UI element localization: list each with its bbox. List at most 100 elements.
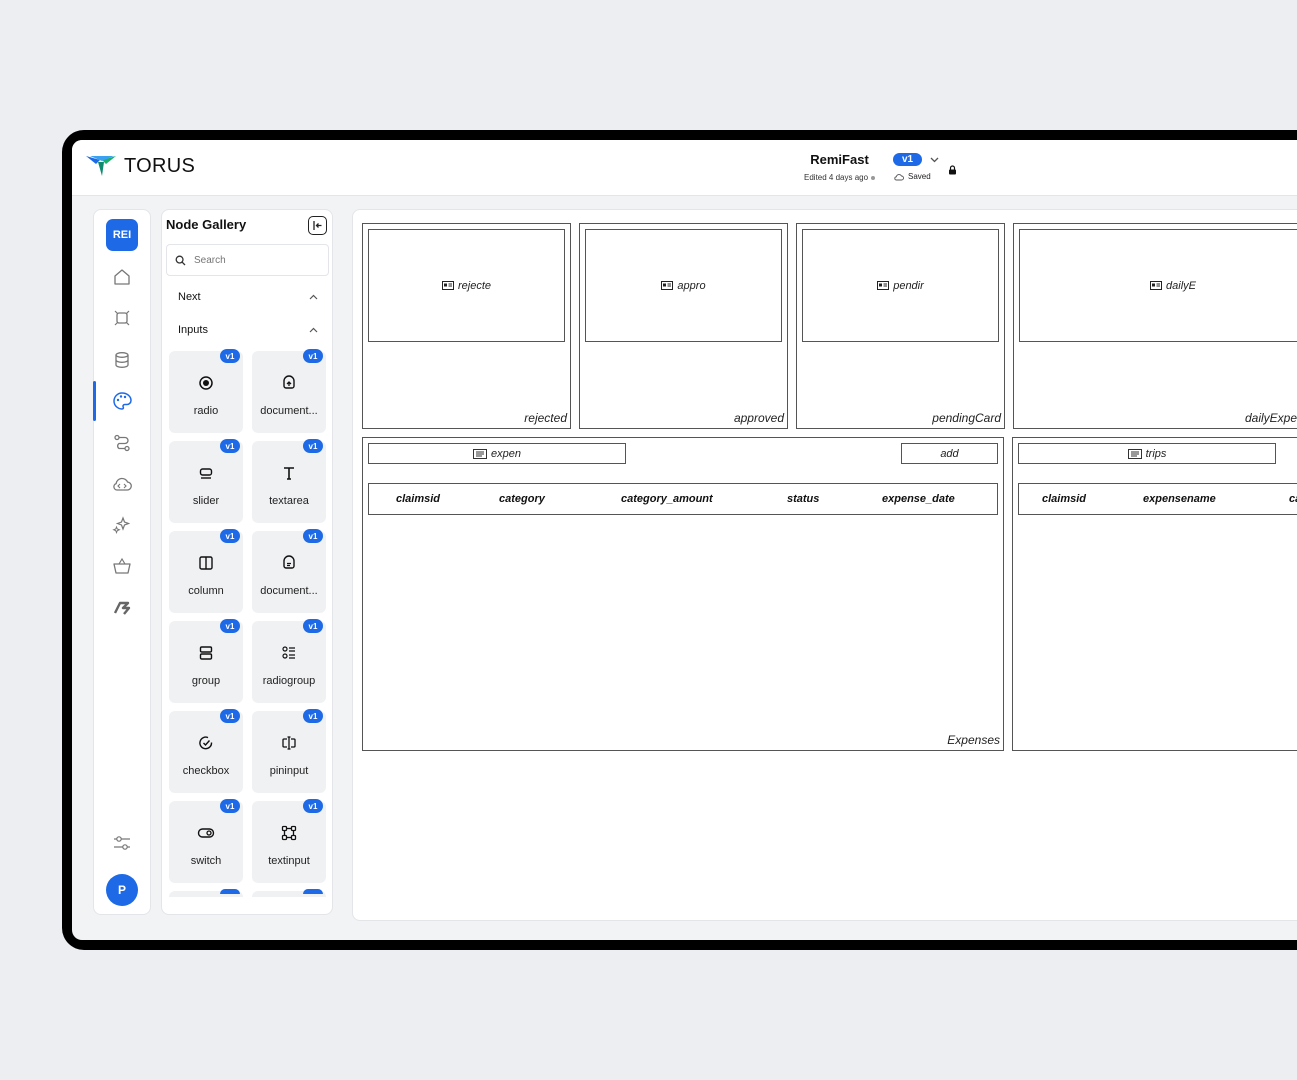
column-header[interactable]: expense_date [882, 493, 955, 505]
user-avatar[interactable]: P [106, 874, 138, 906]
card-inner[interactable]: pendir [802, 229, 999, 342]
radio-icon [169, 373, 243, 393]
column-header[interactable]: category [499, 493, 545, 505]
search-box[interactable] [166, 244, 329, 276]
card-inner[interactable]: rejecte [368, 229, 565, 342]
api-icon[interactable] [111, 307, 133, 329]
section-label: Next [178, 291, 201, 303]
node-tile-textarea[interactable]: v1 textarea [252, 439, 326, 523]
lock-button[interactable] [948, 162, 957, 180]
node-tile-checkbox[interactable]: v1 checkbox [169, 709, 243, 793]
card-pending[interactable]: pendir pendingCard [796, 223, 1005, 429]
card-rejected[interactable]: rejecte rejected [362, 223, 571, 429]
torus-logo-icon [86, 156, 116, 176]
tile-label: group [191, 675, 221, 687]
expenses-table[interactable]: expen add claimsid category category_amo… [362, 437, 1004, 751]
trips-table[interactable]: trips claimsid expensename ca [1012, 437, 1297, 751]
column-header[interactable]: expensename [1143, 493, 1216, 505]
home-icon[interactable] [111, 266, 133, 288]
brand-mark-icon[interactable] [111, 596, 133, 618]
column-header[interactable]: ca [1289, 493, 1297, 505]
chevron-down-icon[interactable] [930, 157, 939, 163]
version-badge [303, 889, 323, 894]
app-window: TORUS RemiFast Edited 4 days ago v1 Save… [72, 140, 1297, 940]
section-label: Inputs [178, 324, 208, 336]
node-tile-document[interactable]: v1 document... [252, 529, 326, 613]
trips-field[interactable]: trips [1018, 443, 1276, 464]
column-header[interactable]: category_amount [621, 493, 713, 505]
text-lines-icon [473, 448, 487, 459]
document-icon [252, 553, 326, 573]
chevron-up-icon[interactable] [309, 327, 318, 333]
column-header[interactable]: status [787, 493, 819, 505]
version-badge: v1 [303, 349, 323, 363]
version-badge: v1 [303, 529, 323, 543]
section-next[interactable]: Next [178, 291, 318, 303]
card-inner[interactable]: appro [585, 229, 782, 342]
node-tile-slider[interactable]: v1 slider [169, 439, 243, 523]
left-rail: REI P [93, 209, 151, 915]
switch-icon [169, 823, 243, 843]
add-button[interactable]: add [901, 443, 998, 464]
card-caption: rejected [524, 411, 567, 425]
expense-field[interactable]: expen [368, 443, 626, 464]
radiogroup-icon [252, 643, 326, 663]
text-icon [252, 463, 326, 483]
column-header[interactable]: claimsid [396, 493, 440, 505]
node-tile-radiogroup[interactable]: v1 radiogroup [252, 619, 326, 703]
version-badge[interactable]: v1 [893, 153, 923, 166]
tile-label: radio [193, 405, 219, 417]
route-icon[interactable] [111, 432, 133, 454]
node-tile-document-upload[interactable]: v1 document... [252, 349, 326, 433]
version-badge: v1 [220, 529, 240, 543]
project-name[interactable]: RemiFast [804, 152, 875, 167]
top-bar: TORUS RemiFast Edited 4 days ago v1 Save… [72, 140, 1297, 196]
cloud-code-icon[interactable] [111, 473, 133, 495]
settings-sliders-icon[interactable] [111, 832, 133, 854]
node-tile-textinput[interactable]: v1 textinput [252, 799, 326, 883]
logo: TORUS [86, 154, 195, 178]
node-gallery: Node Gallery Next Inputs v1 radio v1 doc… [161, 209, 333, 915]
card-caption: dailyExpe [1245, 411, 1297, 425]
lock-icon[interactable] [948, 165, 957, 175]
version-badge: v1 [220, 799, 240, 813]
column-header[interactable]: claimsid [1042, 493, 1086, 505]
version-badge: v1 [303, 439, 323, 453]
tile-label: radiogroup [262, 675, 316, 687]
design-canvas[interactable]: rejecte rejected appro approved pendir p… [352, 209, 1297, 921]
sparkles-icon[interactable] [111, 514, 133, 536]
node-tile-radio[interactable]: v1 radio [169, 349, 243, 433]
search-input[interactable] [194, 254, 314, 266]
database-icon[interactable] [111, 349, 133, 371]
collapse-panel-button[interactable] [308, 216, 327, 235]
palette-icon[interactable] [111, 390, 133, 412]
collapse-left-icon[interactable] [312, 220, 323, 231]
card-caption: pendingCard [932, 411, 1001, 425]
active-indicator [93, 381, 96, 421]
version-badge [220, 889, 240, 894]
node-tile-group[interactable]: v1 group [169, 619, 243, 703]
basket-icon[interactable] [111, 555, 133, 577]
workspace-avatar[interactable]: REI [106, 219, 138, 251]
chevron-up-icon[interactable] [309, 294, 318, 300]
id-card-icon [661, 281, 674, 290]
node-tile-switch[interactable]: v1 switch [169, 799, 243, 883]
node-tile-pininput[interactable]: v1 pininput [252, 709, 326, 793]
section-inputs[interactable]: Inputs [178, 324, 318, 336]
version-badge: v1 [220, 709, 240, 723]
tile-label: textarea [269, 495, 309, 507]
save-status: Saved [894, 172, 931, 181]
table-header: claimsid expensename ca [1018, 483, 1297, 515]
node-tile-partial[interactable] [252, 889, 326, 897]
card-daily-expense[interactable]: dailyE dailyExpe [1013, 223, 1297, 429]
node-tile-column[interactable]: v1 column [169, 529, 243, 613]
node-tile-partial[interactable] [169, 889, 243, 897]
group-icon [169, 643, 243, 663]
saved-label: Saved [908, 172, 931, 181]
card-inner[interactable]: dailyE [1019, 229, 1297, 342]
version-selector[interactable]: v1 [893, 153, 939, 166]
search-icon [175, 255, 186, 265]
card-approved[interactable]: appro approved [579, 223, 788, 429]
id-card-icon [877, 281, 890, 290]
version-badge: v1 [303, 799, 323, 813]
